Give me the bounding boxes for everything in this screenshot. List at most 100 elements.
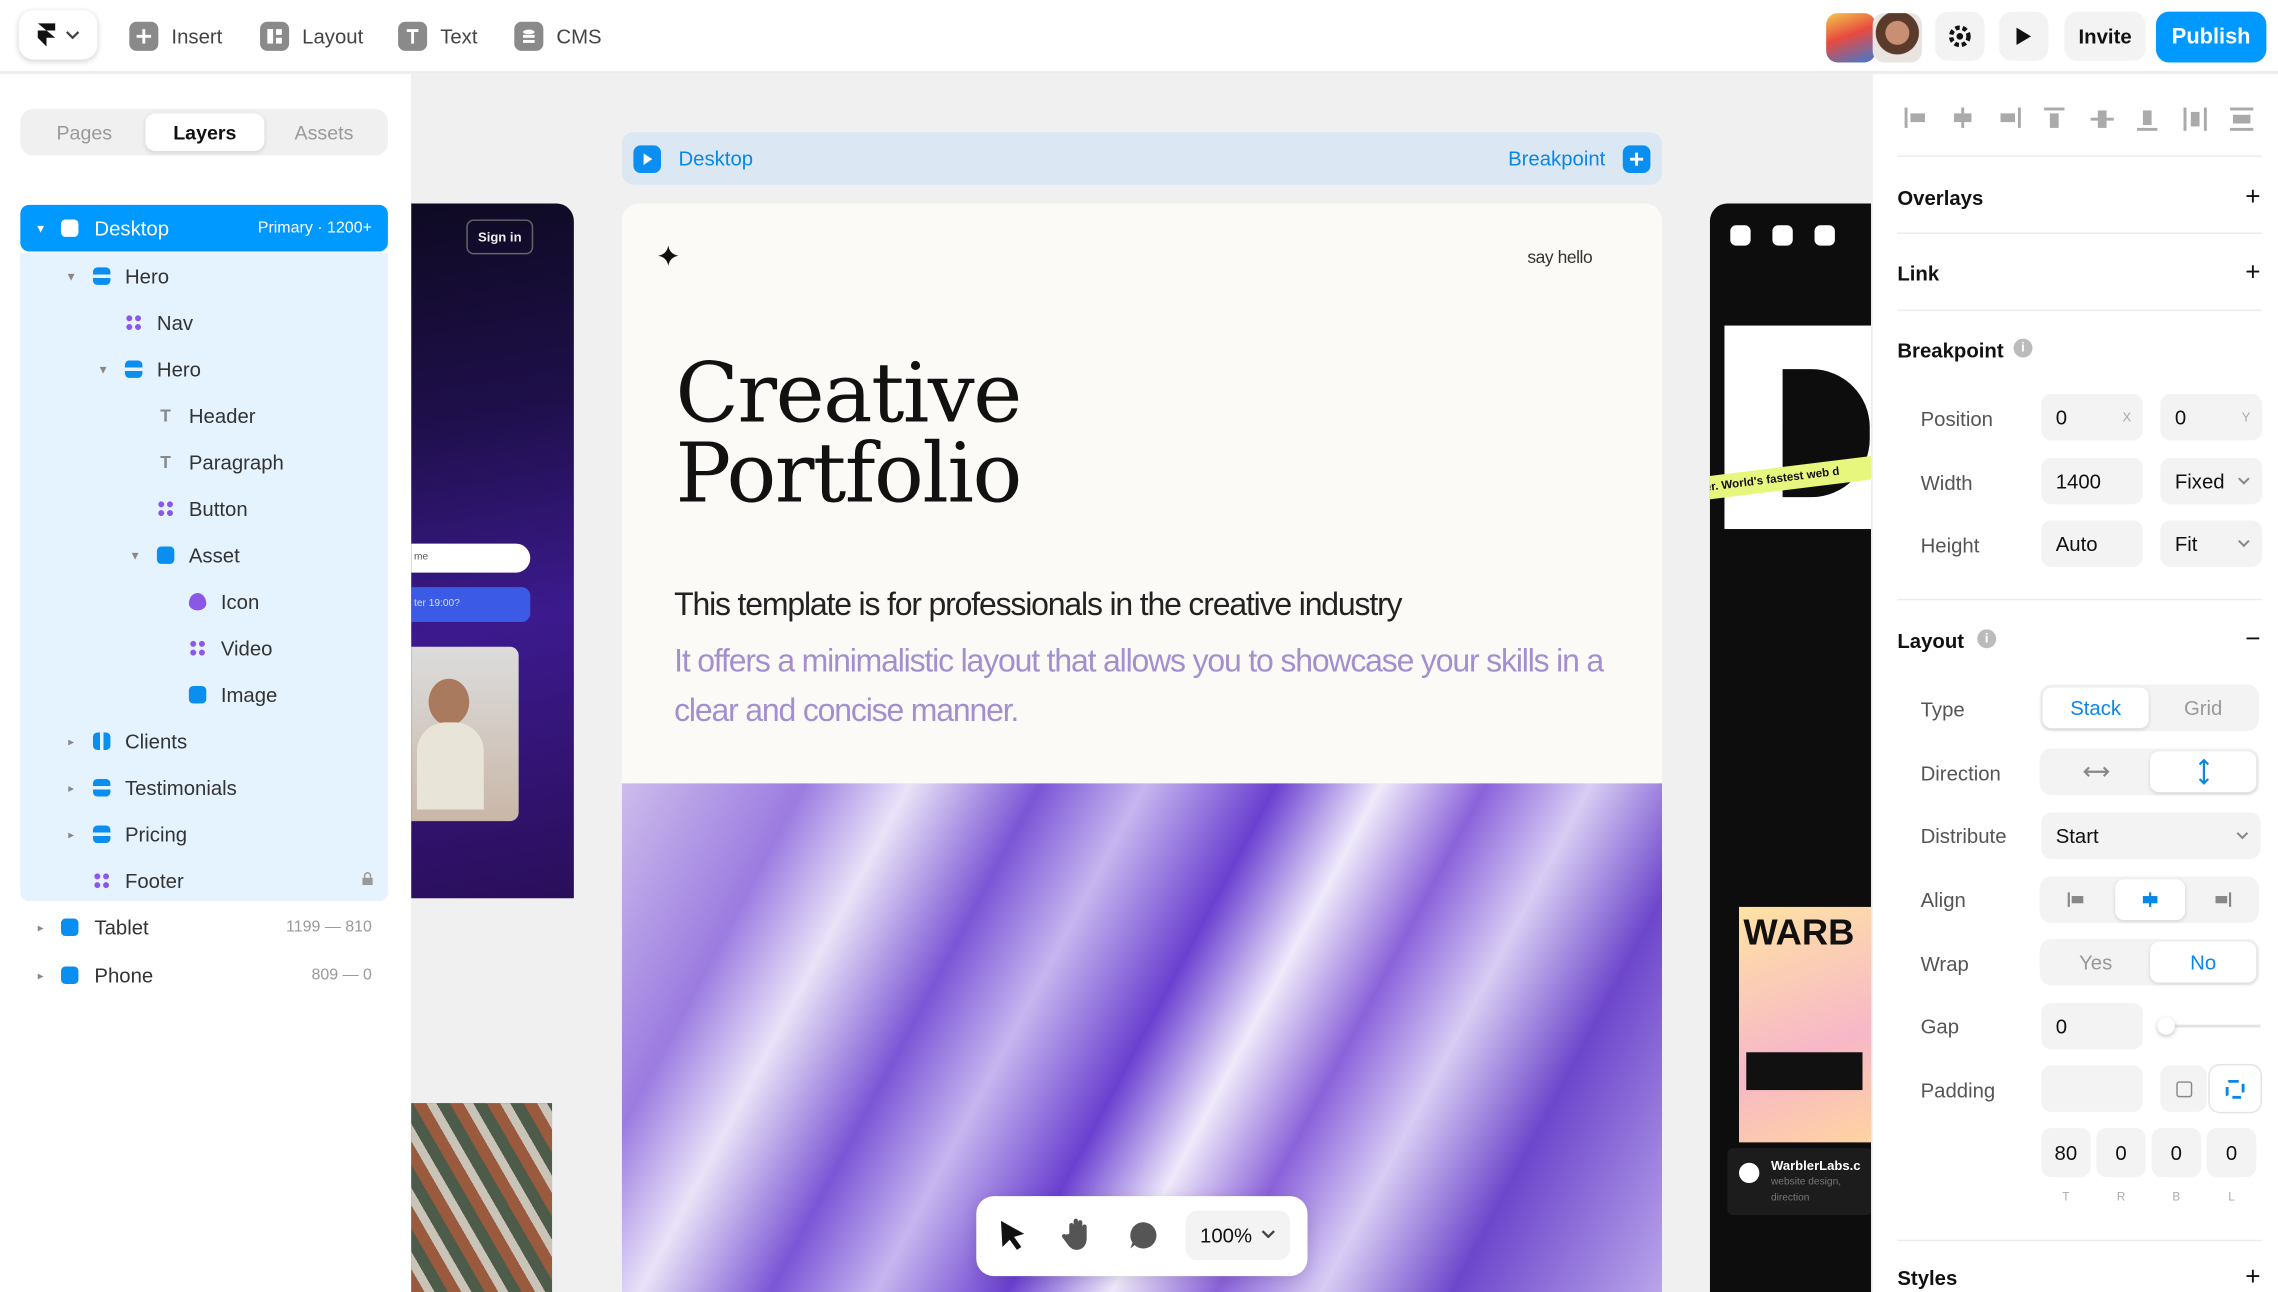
align-end-option[interactable] [2186, 879, 2256, 920]
height-input[interactable]: Auto [2041, 520, 2143, 567]
phone-frame-preview[interactable]: er. World's fastest web d WARB WarblerLa… [1709, 203, 1872, 1292]
padding-uniform-toggle[interactable] [2160, 1065, 2207, 1112]
publish-button[interactable]: Publish [2155, 11, 2267, 63]
chevron-down-icon [1261, 1230, 1275, 1239]
distribute-h-icon[interactable] [2183, 107, 2207, 131]
cms-button[interactable]: CMS [514, 19, 602, 54]
layer-desktop[interactable]: ▼ Desktop Primary · 1200+ [20, 204, 388, 252]
insert-button[interactable]: Insert [129, 19, 222, 54]
layer-pricing[interactable]: ▸ Pricing [20, 811, 388, 858]
caret-down-icon[interactable]: ▼ [65, 270, 77, 283]
layer-video[interactable]: Video [20, 625, 388, 672]
direction-vertical-option[interactable] [2150, 751, 2257, 793]
gap-input[interactable]: 0 [2041, 1002, 2143, 1050]
layer-button[interactable]: Button [20, 485, 388, 532]
caret-down-icon[interactable]: ▼ [129, 549, 141, 562]
add-link-icon[interactable]: + [2245, 257, 2260, 288]
layer-hero[interactable]: ▼ Hero [20, 253, 388, 300]
desktop-frame[interactable]: say hello Creative Portfolio This templa… [621, 203, 1663, 1292]
height-mode-select[interactable]: Fit [2160, 520, 2263, 567]
padding-top-input[interactable]: 80 [2041, 1127, 2091, 1178]
preview-button[interactable] [1999, 11, 2049, 62]
breakpoint-label[interactable]: Breakpoint [1508, 147, 1605, 170]
layer-label: Footer [124, 869, 184, 893]
align-end-icon [2215, 892, 2232, 907]
align-left-icon[interactable] [1904, 107, 1928, 128]
caret-down-icon[interactable]: ▼ [35, 222, 47, 235]
collaborator-avatar-2[interactable] [1872, 13, 1923, 63]
layer-footer[interactable]: Footer [20, 858, 388, 905]
comment-tool[interactable] [1129, 1221, 1158, 1257]
layer-image[interactable]: Image [20, 671, 388, 718]
layer-header[interactable]: T Header [20, 392, 388, 439]
caret-down-icon[interactable]: ▼ [97, 363, 109, 376]
lock-icon[interactable] [362, 872, 374, 889]
play-icon[interactable] [633, 145, 662, 173]
align-bottom-icon[interactable] [2137, 108, 2158, 131]
tablet-frame-preview[interactable]: Sign in me ter 19:00? [411, 203, 574, 899]
framer-menu-button[interactable] [18, 10, 98, 60]
layer-testimonials[interactable]: ▸ Testimonials [20, 764, 388, 811]
gap-slider[interactable] [2157, 1017, 2261, 1035]
add-style-icon[interactable]: + [2245, 1262, 2260, 1292]
settings-button[interactable] [1935, 11, 1985, 62]
distribute-select[interactable]: Start [2041, 812, 2261, 859]
caret-right-icon[interactable]: ▸ [35, 921, 47, 934]
align-center-h-icon[interactable] [1951, 107, 1974, 128]
align-right-icon[interactable] [1998, 107, 2021, 128]
caret-right-icon[interactable]: ▸ [65, 735, 77, 748]
hand-tool[interactable] [1061, 1216, 1094, 1258]
add-breakpoint-button[interactable] [1622, 145, 1651, 173]
padding-right-input[interactable]: 0 [2096, 1127, 2146, 1178]
tab-pages[interactable]: Pages [25, 113, 144, 151]
collaborator-avatar-1[interactable] [1826, 13, 1876, 63]
align-center-v-icon[interactable] [2090, 108, 2114, 131]
layer-nav[interactable]: Nav [20, 299, 388, 346]
padding-bottom-input[interactable]: 0 [2151, 1127, 2201, 1178]
wrap-yes-option[interactable]: Yes [2043, 942, 2149, 983]
gap-slider-handle[interactable] [2157, 1017, 2175, 1035]
caret-right-icon[interactable]: ▸ [65, 828, 77, 841]
invite-button[interactable]: Invite [2064, 11, 2146, 62]
position-x-input[interactable]: 0 X [2041, 393, 2143, 441]
layer-hero-inner[interactable]: ▼ Hero [20, 346, 388, 393]
type-stack-option[interactable]: Stack [2042, 687, 2149, 729]
wrap-no-option[interactable]: No [2150, 941, 2257, 983]
breakpoint-bar[interactable]: Desktop Breakpoint [621, 132, 1663, 185]
collapse-layout-icon[interactable]: − [2245, 624, 2260, 655]
text-button[interactable]: Text [398, 19, 478, 54]
distribute-v-icon[interactable] [2230, 107, 2254, 131]
layer-tablet[interactable]: ▸ Tablet 1199 — 810 [20, 904, 388, 951]
layout-button[interactable]: Layout [260, 19, 363, 54]
padding-input[interactable] [2041, 1065, 2143, 1112]
padding-left-input[interactable]: 0 [2206, 1127, 2257, 1178]
tab-layers[interactable]: Layers [145, 113, 265, 152]
direction-horizontal-option[interactable] [2043, 751, 2149, 792]
canvas[interactable]: Sign in me ter 19:00? Desktop Breakpoint… [411, 74, 1872, 1292]
padding-individual-toggle[interactable] [2209, 1065, 2261, 1112]
align-start-option[interactable] [2043, 879, 2113, 920]
width-mode-select[interactable]: Fixed [2160, 457, 2263, 505]
layer-phone[interactable]: ▸ Phone 809 — 0 [20, 952, 388, 999]
width-input[interactable]: 1400 [2041, 457, 2143, 505]
layer-asset[interactable]: ▼ Asset [20, 532, 388, 579]
text-icon: T [160, 405, 171, 426]
caret-right-icon[interactable]: ▸ [65, 781, 77, 794]
type-grid-option[interactable]: Grid [2150, 687, 2256, 728]
align-center-option[interactable] [2115, 879, 2186, 921]
align-top-icon[interactable] [2044, 107, 2065, 131]
overlays-title: Overlays [1897, 186, 1984, 210]
add-overlay-icon[interactable]: + [2245, 182, 2260, 213]
zoom-value: 100% [1200, 1223, 1253, 1248]
info-icon[interactable]: i [1977, 629, 1997, 649]
layer-paragraph[interactable]: T Paragraph [20, 439, 388, 486]
zoom-select[interactable]: 100% [1185, 1210, 1291, 1261]
layer-icon[interactable]: Icon [20, 578, 388, 625]
tab-assets[interactable]: Assets [264, 113, 383, 151]
position-y-input[interactable]: 0 Y [2160, 393, 2263, 441]
caret-right-icon[interactable]: ▸ [35, 969, 47, 982]
pointer-tool[interactable] [998, 1219, 1027, 1258]
info-icon[interactable]: i [2013, 338, 2033, 358]
layer-clients[interactable]: ▸ Clients [20, 718, 388, 765]
text-icon: T [160, 452, 171, 473]
